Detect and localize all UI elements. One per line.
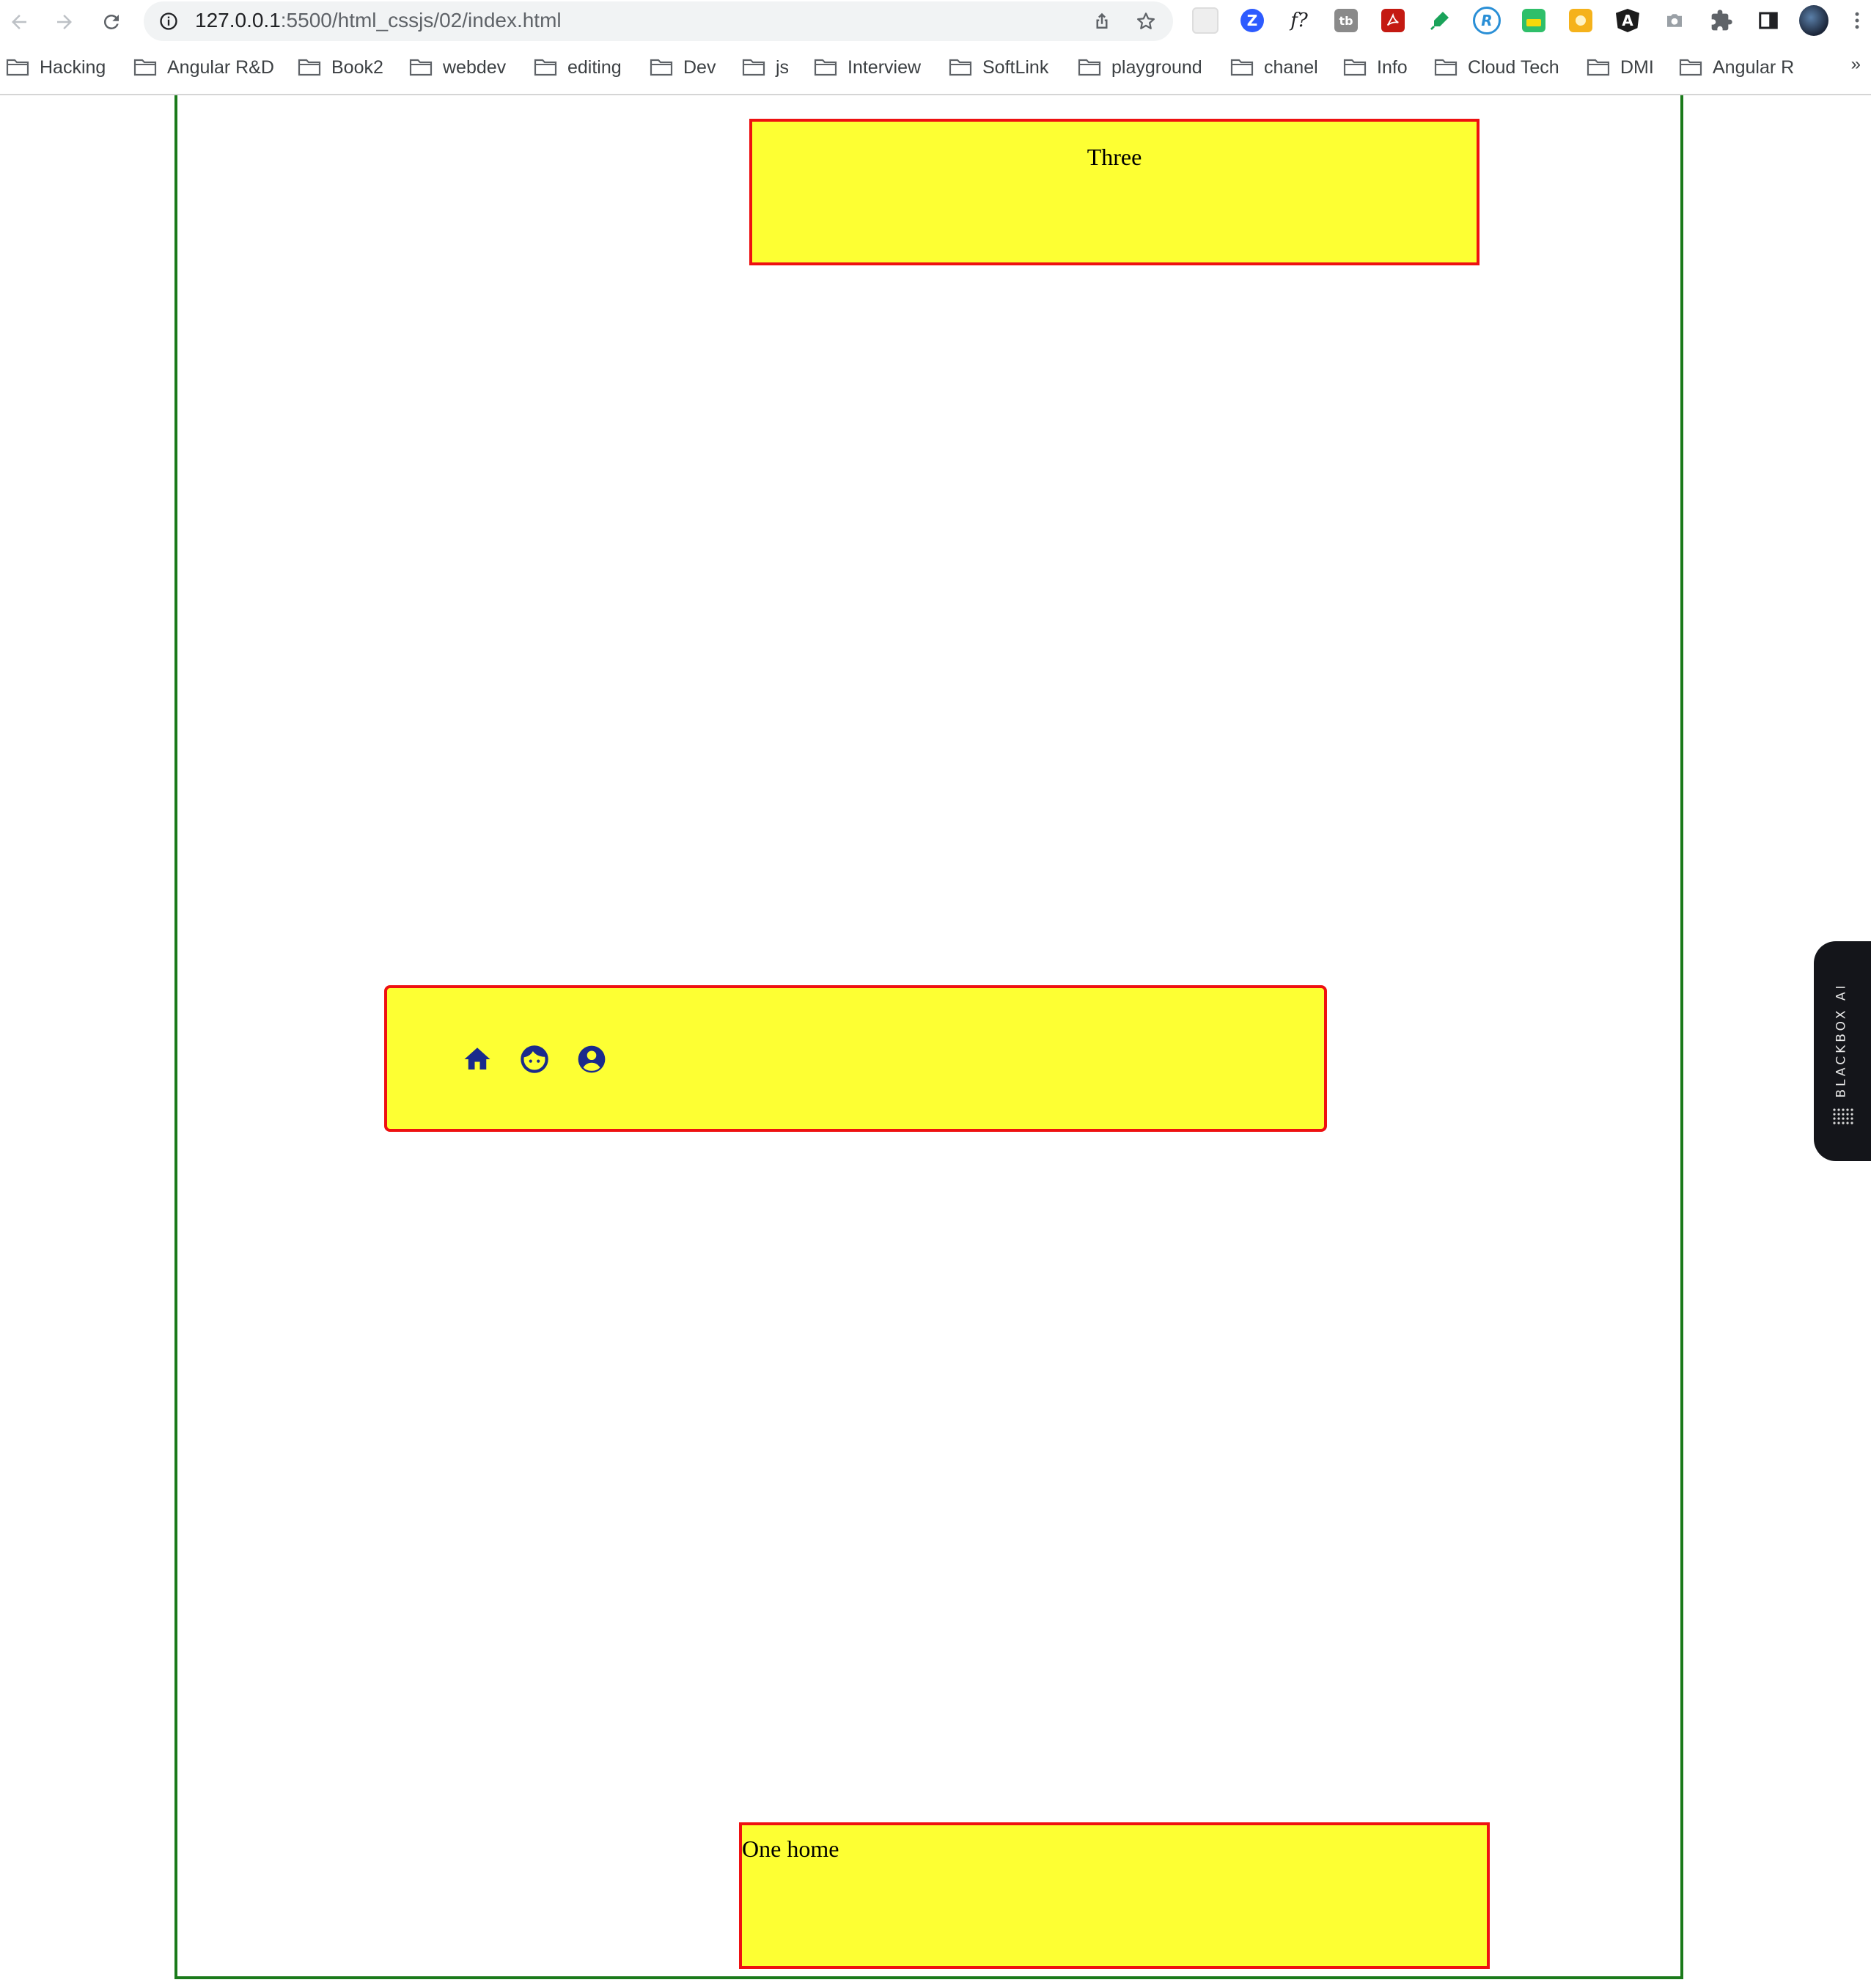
bookmark-folder-playground[interactable]: playground [1078, 54, 1202, 81]
bookmark-label: Dev [683, 56, 716, 78]
account-circle-icon[interactable] [576, 1044, 607, 1075]
extension-grid-icon[interactable] [1191, 6, 1220, 35]
box-three-text: Three [1087, 144, 1142, 170]
folder-icon [650, 59, 673, 76]
icon-box [384, 985, 1327, 1132]
reload-icon [103, 14, 119, 29]
url-text[interactable]: 127.0.0.1:5500/html_cssjs/02/index.html [195, 9, 562, 32]
page-viewport: Three One home BLACKBOX AI [0, 95, 1871, 1988]
box-one-home-text: One home [742, 1836, 839, 1862]
folder-icon [1587, 59, 1610, 76]
bookmarks-overflow-button[interactable]: » [1851, 54, 1861, 75]
side-panel-icon[interactable] [1754, 6, 1783, 35]
pdf-extension-icon[interactable] [1378, 6, 1408, 35]
bookmark-label: Interview [848, 56, 922, 78]
home-icon[interactable] [462, 1044, 493, 1075]
bookmark-folder-editing[interactable]: editing [534, 54, 622, 81]
bookmark-label: Info [1377, 56, 1408, 78]
bookmark-folder-interview[interactable]: Interview [814, 54, 921, 81]
bookmark-folder-dmi[interactable]: DMI [1587, 54, 1654, 81]
r-extension-icon[interactable]: R [1472, 6, 1501, 35]
bookmark-label: DMI [1620, 56, 1654, 78]
bookmark-label: Angular R [1713, 56, 1795, 78]
puzzle-extensions-icon[interactable] [1707, 6, 1736, 35]
wallet-extension-icon[interactable] [1519, 6, 1548, 35]
url-path: :5500/html_cssjs/02/index.html [280, 9, 562, 32]
highlighter-extension-icon[interactable] [1425, 6, 1455, 35]
idea-extension-icon[interactable] [1566, 6, 1595, 35]
box-three: Three [749, 119, 1479, 265]
bookmark-label: chanel [1264, 56, 1318, 78]
page-container: Three One home [174, 95, 1683, 1979]
site-info-icon[interactable] [158, 11, 179, 32]
folder-icon [742, 59, 765, 76]
folder-icon [1078, 59, 1101, 76]
folder-icon [814, 59, 837, 76]
url-host: 127.0.0.1 [195, 9, 281, 32]
bookmarks-bar: Hacking Angular R&D Book2 webdev editing… [0, 51, 1871, 84]
bookmark-folder-angular-rd[interactable]: Angular R&D [133, 54, 274, 81]
folder-icon [1434, 59, 1458, 76]
bookmark-star-icon[interactable] [1135, 10, 1157, 32]
reload-button[interactable] [95, 6, 128, 38]
kebab-menu-icon[interactable] [1846, 6, 1868, 35]
back-button[interactable] [3, 6, 35, 38]
folder-icon [534, 59, 557, 76]
bookmark-label: Book2 [331, 56, 383, 78]
profile-avatar[interactable] [1799, 5, 1828, 36]
bookmark-folder-cloud-tech[interactable]: Cloud Tech [1434, 54, 1559, 81]
browser-chrome: 127.0.0.1:5500/html_cssjs/02/index.html … [0, 0, 1871, 95]
bookmark-label: playground [1111, 56, 1202, 78]
bookmark-folder-chanel[interactable]: chanel [1230, 54, 1318, 81]
folder-icon [409, 59, 433, 76]
tb-extension-icon[interactable]: tb [1331, 6, 1361, 35]
folder-icon [1230, 59, 1254, 76]
bookmark-label: SoftLink [982, 56, 1049, 78]
blackbox-ai-tab[interactable]: BLACKBOX AI [1814, 941, 1871, 1161]
folder-icon [133, 59, 157, 76]
bookmark-label: Angular R&D [167, 56, 274, 78]
forward-icon [57, 15, 72, 29]
bookmark-folder-js[interactable]: js [742, 54, 789, 81]
bookmark-folder-angular-r[interactable]: Angular R [1679, 54, 1794, 81]
folder-icon [949, 59, 972, 76]
blackbox-ai-label: BLACKBOX AI [1834, 982, 1850, 1098]
bookmark-label: Cloud Tech [1468, 56, 1559, 78]
blackbox-logo-icon [1833, 1108, 1853, 1124]
zoom-extension-icon[interactable]: Z [1238, 6, 1267, 35]
bookmark-folder-info[interactable]: Info [1343, 54, 1408, 81]
bookmark-label: js [776, 56, 790, 78]
face-icon[interactable] [519, 1044, 550, 1075]
folder-icon [1343, 59, 1367, 76]
bookmark-folder-book2[interactable]: Book2 [298, 54, 383, 81]
bookmark-folder-dev[interactable]: Dev [650, 54, 716, 81]
bookmark-label: editing [567, 56, 622, 78]
icon-row [462, 1044, 607, 1075]
bookmark-label: webdev [443, 56, 507, 78]
folder-icon [298, 59, 321, 76]
address-bar[interactable]: 127.0.0.1:5500/html_cssjs/02/index.html [144, 1, 1173, 41]
box-one-home: One home [739, 1822, 1490, 1969]
font-finder-extension-icon[interactable]: f? [1284, 6, 1314, 35]
bookmark-folder-hacking[interactable]: Hacking [6, 54, 106, 81]
blackbox-ai-label-wrap: BLACKBOX AI [1820, 978, 1864, 1102]
angular-extension-icon[interactable]: A [1613, 6, 1642, 35]
share-icon[interactable] [1091, 10, 1113, 32]
bookmark-folder-softlink[interactable]: SoftLink [949, 54, 1048, 81]
folder-icon [1679, 59, 1702, 76]
camera-extension-icon[interactable] [1660, 6, 1689, 35]
forward-button[interactable] [48, 6, 81, 38]
bookmark-label: Hacking [40, 56, 106, 78]
folder-icon [6, 59, 29, 76]
bookmark-folder-webdev[interactable]: webdev [409, 54, 506, 81]
back-icon [12, 15, 26, 29]
